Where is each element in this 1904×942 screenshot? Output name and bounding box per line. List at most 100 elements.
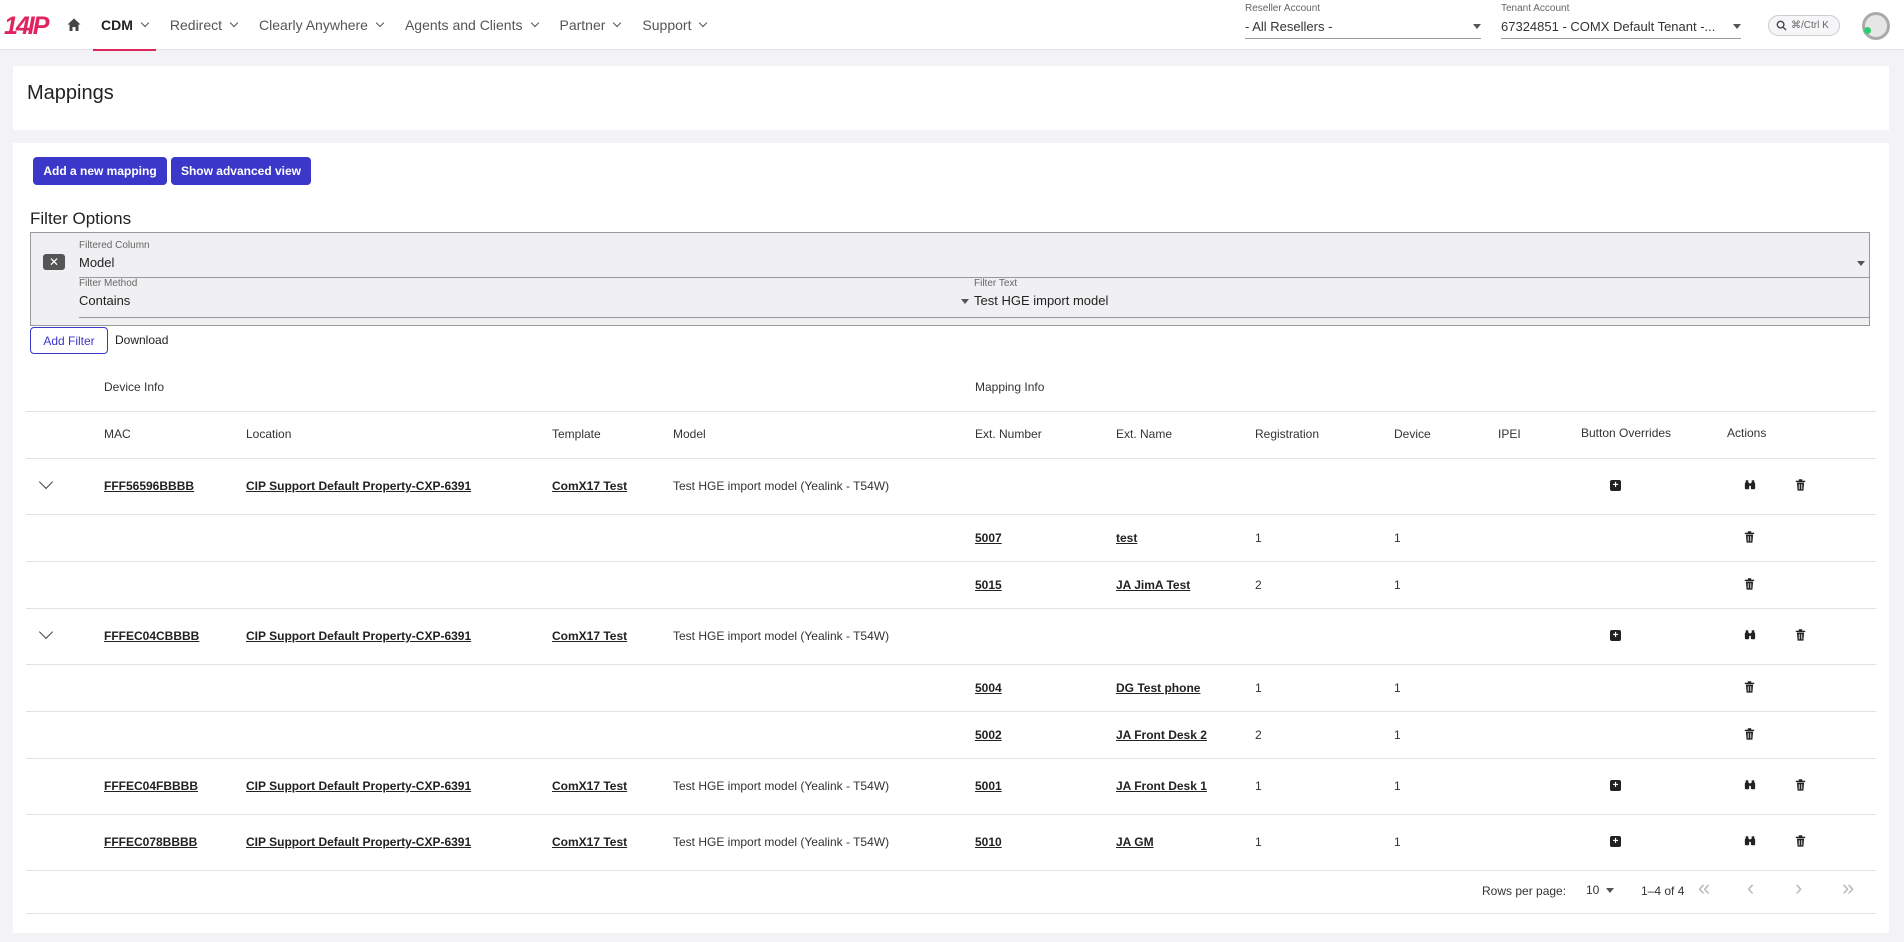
device-value: 1 bbox=[1394, 727, 1401, 742]
binoculars-icon[interactable] bbox=[1744, 479, 1757, 492]
chevron-down-icon bbox=[699, 18, 708, 28]
ext-name-link[interactable]: JA Front Desk 2 bbox=[1116, 728, 1207, 742]
add-mapping-button[interactable]: Add a new mapping bbox=[33, 157, 167, 185]
user-avatar[interactable] bbox=[1862, 12, 1890, 40]
column-header-button-overrides[interactable]: Button Overrides bbox=[1581, 426, 1671, 440]
ext-number-link[interactable]: 5015 bbox=[975, 578, 1002, 592]
column-header-actions[interactable]: Actions bbox=[1727, 426, 1766, 440]
ext-number-link[interactable]: 5004 bbox=[975, 681, 1002, 695]
previous-page-icon[interactable]: ‹ bbox=[1747, 877, 1754, 899]
next-page-icon[interactable]: › bbox=[1795, 877, 1802, 899]
plus-square-icon[interactable]: + bbox=[1610, 630, 1621, 641]
ext-number-link[interactable]: 5010 bbox=[975, 835, 1002, 849]
divider bbox=[26, 458, 1876, 459]
home-icon[interactable] bbox=[66, 17, 82, 33]
ext-number-link[interactable]: 5007 bbox=[975, 531, 1002, 545]
nav-item-redirect[interactable]: Redirect bbox=[159, 0, 248, 50]
ext-name-link[interactable]: test bbox=[1116, 531, 1137, 545]
rows-per-page-select[interactable]: 10 bbox=[1586, 883, 1615, 897]
ext-name-link[interactable]: JA GM bbox=[1116, 835, 1154, 849]
registration-value: 2 bbox=[1255, 577, 1262, 592]
ext-number-link[interactable]: 5002 bbox=[975, 728, 1002, 742]
remove-filter-button[interactable]: ✕ bbox=[43, 254, 65, 270]
filtered-column-label: Filtered Column bbox=[79, 240, 150, 251]
filter-method-select[interactable]: Contains bbox=[79, 290, 969, 312]
binoculars-icon[interactable] bbox=[1744, 835, 1757, 848]
nav-item-support[interactable]: Support bbox=[631, 0, 717, 50]
mac-link[interactable]: FFFEC04CBBBB bbox=[104, 629, 199, 643]
first-page-icon[interactable]: « bbox=[1698, 877, 1710, 899]
search-button[interactable]: ⌘/Ctrl K bbox=[1768, 15, 1840, 36]
mappings-panel: Add a new mapping Show advanced view Fil… bbox=[13, 143, 1889, 933]
plus-square-icon[interactable]: + bbox=[1610, 836, 1621, 847]
tenant-account-value: 67324851 - COMX Default Tenant -... bbox=[1501, 19, 1716, 34]
template-link[interactable]: ComX17 Test bbox=[552, 779, 627, 793]
expand-row-chevron-icon[interactable] bbox=[38, 624, 54, 640]
ext-name-link[interactable]: JA Front Desk 1 bbox=[1116, 779, 1207, 793]
ext-name-link[interactable]: JA JimA Test bbox=[1116, 578, 1190, 592]
ext-name-link[interactable]: DG Test phone bbox=[1116, 681, 1200, 695]
location-link[interactable]: CIP Support Default Property-CXP-6391 bbox=[246, 629, 471, 643]
last-page-icon[interactable]: » bbox=[1842, 877, 1854, 899]
tenant-account-select[interactable]: Tenant Account 67324851 - COMX Default T… bbox=[1501, 3, 1741, 39]
template-link[interactable]: ComX17 Test bbox=[552, 629, 627, 643]
add-filter-button[interactable]: Add Filter bbox=[30, 327, 108, 354]
trash-icon[interactable] bbox=[1744, 530, 1757, 544]
location-link[interactable]: CIP Support Default Property-CXP-6391 bbox=[246, 479, 471, 493]
nav-item-agents-and-clients[interactable]: Agents and Clients bbox=[394, 0, 549, 50]
show-advanced-view-button[interactable]: Show advanced view bbox=[171, 157, 311, 185]
filter-text-label: Filter Text bbox=[974, 278, 1018, 289]
brand-logo[interactable]: 14IP bbox=[4, 12, 49, 41]
trash-icon[interactable] bbox=[1744, 680, 1757, 694]
column-header-ipei[interactable]: IPEI bbox=[1498, 427, 1521, 441]
location-link[interactable]: CIP Support Default Property-CXP-6391 bbox=[246, 779, 471, 793]
column-header-registration[interactable]: Registration bbox=[1255, 427, 1319, 441]
mac-link[interactable]: FFFEC078BBBB bbox=[104, 835, 197, 849]
filtered-column-select[interactable]: Model bbox=[79, 253, 1869, 271]
column-header-mac[interactable]: MAC bbox=[104, 427, 131, 441]
nav-item-partner[interactable]: Partner bbox=[549, 0, 632, 50]
expand-row-chevron-icon[interactable] bbox=[38, 474, 54, 490]
trash-icon[interactable] bbox=[1744, 727, 1757, 741]
divider bbox=[26, 814, 1876, 815]
chevron-down-icon bbox=[530, 18, 539, 28]
location-link[interactable]: CIP Support Default Property-CXP-6391 bbox=[246, 835, 471, 849]
filter-row: ✕ Filtered Column Model Filter Method Co… bbox=[30, 232, 1870, 326]
reseller-account-label: Reseller Account bbox=[1245, 3, 1321, 14]
nav-item-label: CDM bbox=[101, 17, 133, 33]
divider bbox=[26, 664, 1876, 665]
download-button[interactable]: Download bbox=[115, 333, 168, 347]
plus-square-icon[interactable]: + bbox=[1610, 480, 1621, 491]
plus-square-icon[interactable]: + bbox=[1610, 780, 1621, 791]
model-text: Test HGE import model (Yealink - T54W) bbox=[673, 629, 890, 643]
column-header-ext-number[interactable]: Ext. Number bbox=[975, 427, 1042, 441]
column-header-ext-name[interactable]: Ext. Name bbox=[1116, 427, 1172, 441]
nav-item-clearly-anywhere[interactable]: Clearly Anywhere bbox=[248, 0, 394, 50]
registration-value: 2 bbox=[1255, 727, 1262, 742]
trash-icon[interactable] bbox=[1795, 835, 1808, 848]
device-value: 1 bbox=[1394, 680, 1401, 695]
divider bbox=[26, 411, 1876, 412]
column-header-model[interactable]: Model bbox=[673, 427, 706, 441]
binoculars-icon[interactable] bbox=[1744, 779, 1757, 792]
divider bbox=[26, 711, 1876, 712]
trash-icon[interactable] bbox=[1795, 479, 1808, 492]
mac-link[interactable]: FFFEC04FBBBB bbox=[104, 779, 198, 793]
filter-text-input[interactable]: Test HGE import model bbox=[974, 293, 1108, 308]
main-nav: CDM Redirect Clearly Anywhere Agents and… bbox=[90, 0, 717, 51]
column-header-device[interactable]: Device bbox=[1394, 427, 1431, 441]
reseller-account-select[interactable]: Reseller Account - All Resellers - bbox=[1245, 3, 1481, 39]
template-link[interactable]: ComX17 Test bbox=[552, 479, 627, 493]
trash-icon[interactable] bbox=[1744, 577, 1757, 591]
trash-icon[interactable] bbox=[1795, 779, 1808, 792]
nav-item-label: Redirect bbox=[169, 17, 223, 33]
nav-item-cdm[interactable]: CDM bbox=[90, 0, 159, 51]
mac-link[interactable]: FFF56596BBBB bbox=[104, 479, 194, 493]
template-link[interactable]: ComX17 Test bbox=[552, 835, 627, 849]
column-header-template[interactable]: Template bbox=[552, 427, 601, 441]
trash-icon[interactable] bbox=[1795, 629, 1808, 642]
ext-number-link[interactable]: 5001 bbox=[975, 779, 1002, 793]
rows-per-page-value: 10 bbox=[1586, 883, 1600, 897]
column-header-location[interactable]: Location bbox=[246, 427, 291, 441]
binoculars-icon[interactable] bbox=[1744, 629, 1757, 642]
